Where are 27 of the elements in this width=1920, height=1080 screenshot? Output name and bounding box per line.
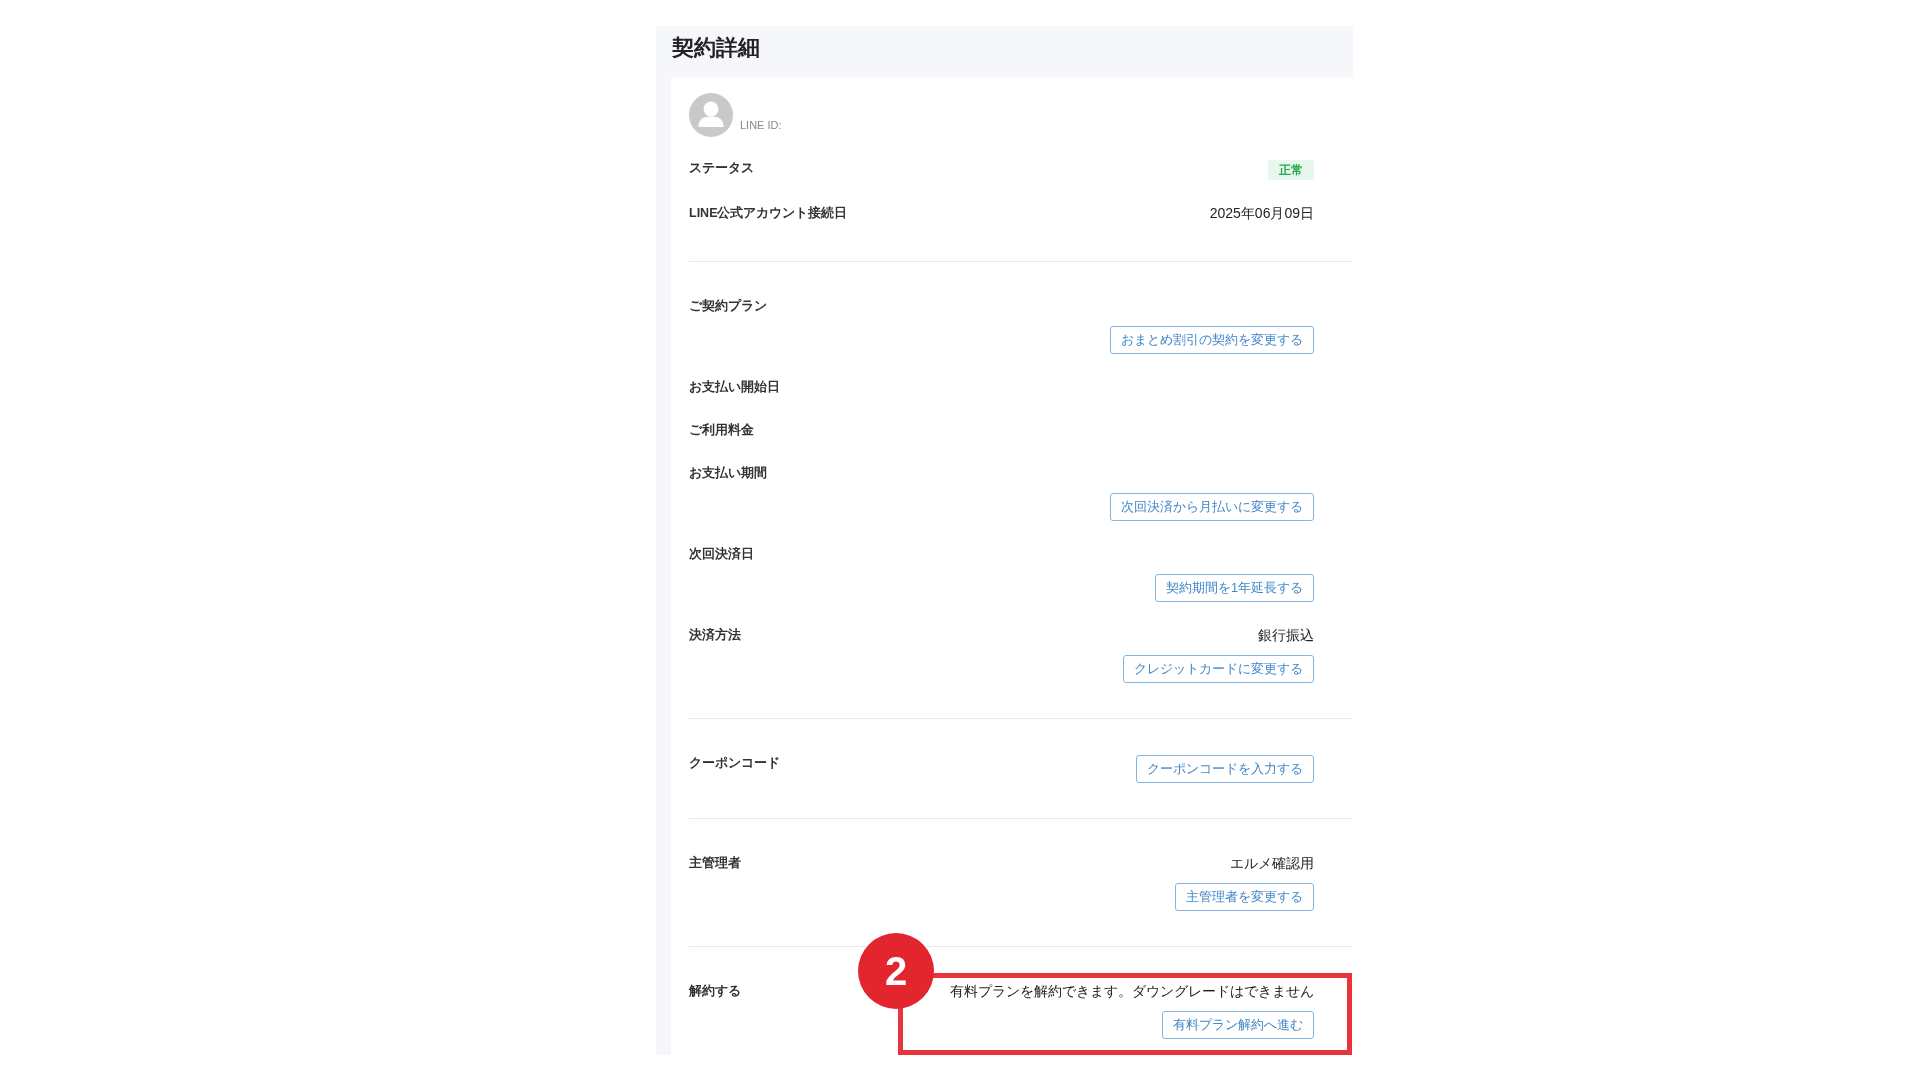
field-label: 次回決済日 [689,546,754,563]
step-number-marker: 2 [858,933,934,1009]
line-id-label: LINE ID: [740,118,782,132]
page-title: 契約詳細 [671,34,761,62]
field-value: 2025年06月09日 [1209,204,1314,223]
field-value: エルメ確認用 [1230,854,1314,873]
field-label: ステータス [689,160,754,177]
field-value: 銀行振込 [1258,626,1314,645]
status-badge: 正常 [1268,160,1314,180]
avatar-icon [689,93,733,137]
action-button[interactable]: 有料プラン解約へ進む [1162,1011,1314,1039]
action-button[interactable]: 契約期間を1年延長する [1155,574,1314,602]
action-button[interactable]: 次回決済から月払いに変更する [1110,493,1314,521]
field-label: お支払い開始日 [689,379,780,396]
action-button[interactable]: クレジットカードに変更する [1123,655,1314,683]
action-button[interactable]: クーポンコードを入力する [1136,755,1314,783]
field-value: 有料プランを解約できます。ダウングレードはできません [950,982,1314,1001]
field-label: LINE公式アカウント接続日 [689,205,848,222]
field-label: 解約する [689,983,741,1000]
action-button[interactable]: 主管理者を変更する [1175,883,1314,911]
action-button[interactable]: おまとめ割引の契約を変更する [1110,326,1314,354]
field-label: ご利用料金 [689,422,754,439]
field-label: お支払い期間 [689,465,767,482]
field-label: 決済方法 [689,626,741,644]
field-label: ご契約プラン [689,298,767,315]
field-label: クーポンコード [689,755,780,772]
field-label: 主管理者 [689,854,741,872]
